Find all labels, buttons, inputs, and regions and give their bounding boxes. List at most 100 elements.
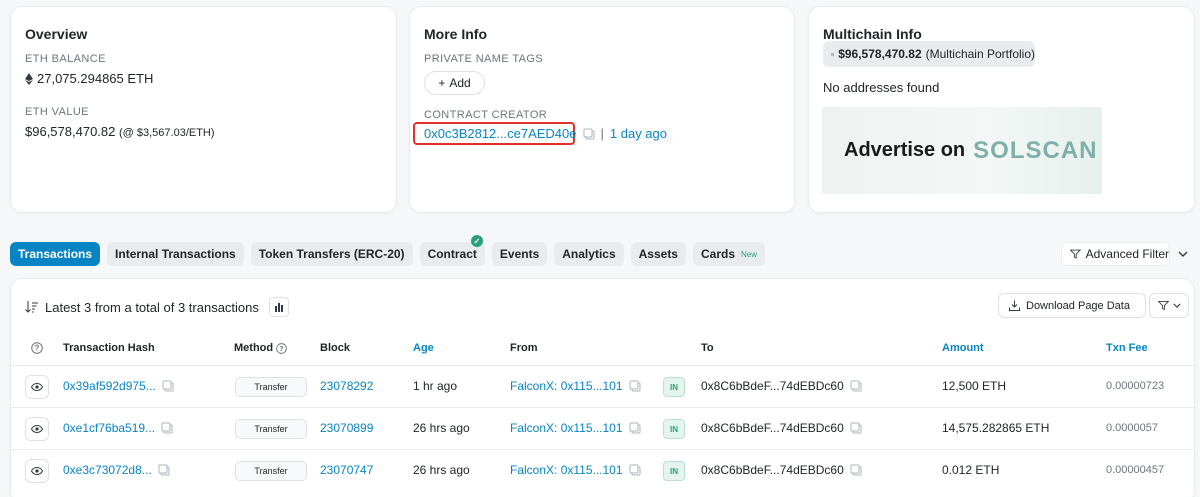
block-link[interactable]: 23078292	[320, 379, 373, 393]
direction-badge: IN	[663, 377, 685, 397]
creator-age-link[interactable]: 1 day ago	[610, 126, 667, 141]
eye-icon[interactable]	[25, 459, 49, 483]
col-amount[interactable]: Amount	[942, 342, 984, 354]
divider	[11, 449, 1196, 450]
tab-contract[interactable]: Contract ✓	[419, 235, 485, 266]
copy-icon[interactable]	[162, 380, 174, 392]
contract-creator-row: 0x0c3B2812...ce7AED40e | 1 day ago	[424, 126, 667, 141]
help-icon[interactable]: ?	[276, 342, 287, 354]
new-badge: New	[741, 249, 758, 259]
from-link[interactable]: FalconX: 0x115...101	[510, 463, 623, 477]
copy-icon[interactable]	[629, 380, 641, 392]
block-link[interactable]: 23070899	[320, 421, 373, 435]
col-age[interactable]: Age	[413, 342, 434, 354]
tab-label: Contract	[427, 247, 477, 261]
age-text: 26 hrs ago	[413, 421, 470, 435]
portfolio-label: (Multichain Portfolio)	[925, 47, 1035, 61]
copy-icon[interactable]	[629, 464, 641, 476]
from-cell: FalconX: 0x115...101	[510, 379, 641, 393]
from-link[interactable]: FalconX: 0x115...101	[510, 421, 623, 435]
transactions-card: Latest 3 from a total of 3 transactions …	[10, 278, 1196, 497]
transactions-summary: Latest 3 from a total of 3 transactions	[25, 297, 289, 317]
advanced-filter-label: Advanced Filter	[1085, 247, 1169, 261]
advanced-filter-button[interactable]: Advanced Filter	[1061, 242, 1170, 266]
from-link[interactable]: FalconX: 0x115...101	[510, 379, 623, 393]
tx-hash-cell: 0xe1cf76ba519...	[63, 421, 173, 435]
help-icon[interactable]: ?	[31, 342, 43, 357]
to-cell: 0x8C6bBdeF...74dEBDc60	[701, 421, 862, 435]
fee-text: 0.00000457	[1106, 464, 1165, 476]
col-from: From	[510, 342, 538, 354]
tx-hash-link[interactable]: 0xe3c73072d8...	[63, 463, 152, 477]
tab-bar: Transactions Internal Transactions Token…	[10, 235, 766, 266]
filter-icon	[1070, 249, 1081, 259]
col-method-label: Method	[234, 342, 274, 354]
to-cell: 0x8C6bBdeF...74dEBDc60	[701, 379, 862, 393]
eth-value-rate: (@ $3,567.03/ETH)	[119, 127, 215, 139]
ad-text: Advertise on	[844, 139, 966, 161]
copy-icon[interactable]	[629, 422, 641, 434]
tab-transactions[interactable]: Transactions	[10, 242, 101, 266]
add-tag-button[interactable]: + Add	[424, 71, 485, 95]
overview-card: Overview ETH BALANCE 27,075.294865 ETH E…	[10, 6, 397, 213]
creator-address-link[interactable]: 0x0c3B2812...ce7AED40e	[424, 126, 577, 141]
col-block: Block	[320, 342, 350, 354]
copy-icon[interactable]	[158, 464, 170, 476]
private-tags-label: PRIVATE NAME TAGS	[424, 53, 544, 65]
eye-icon[interactable]	[25, 417, 49, 441]
tab-label: Analytics	[562, 247, 616, 261]
tab-token-transfers[interactable]: Token Transfers (ERC-20)	[250, 242, 413, 266]
contract-creator-label: CONTRACT CREATOR	[424, 109, 548, 121]
tab-events[interactable]: Events	[491, 242, 548, 266]
amount-text: 0.012 ETH	[942, 463, 1000, 477]
tab-cards[interactable]: Cards New	[692, 242, 766, 266]
copy-icon[interactable]	[850, 422, 862, 434]
download-label: Download Page Data	[1026, 299, 1130, 312]
plus-icon: +	[438, 76, 446, 90]
to-address: 0x8C6bBdeF...74dEBDc60	[701, 463, 844, 477]
ad-banner[interactable]: Advertise on SOLSCAN	[822, 107, 1102, 194]
to-cell: 0x8C6bBdeF...74dEBDc60	[701, 463, 862, 477]
column-filter-button[interactable]	[1149, 293, 1189, 318]
amount-text: 14,575.282865 ETH	[942, 421, 1050, 435]
copy-icon[interactable]	[850, 380, 862, 392]
copy-icon[interactable]	[850, 464, 862, 476]
method-badge: Transfer	[235, 461, 307, 481]
tab-label: Assets	[638, 247, 678, 261]
svg-text:?: ?	[279, 343, 284, 352]
eth-balance-row: 27,075.294865 ETH	[25, 71, 153, 86]
fee-text: 0.0000057	[1106, 422, 1158, 434]
copy-icon[interactable]	[583, 128, 595, 140]
chart-icon[interactable]	[268, 297, 289, 317]
tx-hash-link[interactable]: 0xe1cf76ba519...	[63, 421, 155, 435]
chevron-down-icon	[1172, 303, 1181, 308]
eth-value-label: ETH VALUE	[25, 106, 89, 118]
eye-icon[interactable]	[25, 375, 49, 399]
tab-analytics[interactable]: Analytics	[554, 242, 624, 266]
tab-internal-transactions[interactable]: Internal Transactions	[107, 242, 244, 266]
direction-badge: IN	[663, 419, 685, 439]
multichain-portfolio-pill[interactable]: $96,578,470.82 (Multichain Portfolio)	[823, 41, 1035, 67]
tx-hash-cell: 0xe3c73072d8...	[63, 463, 170, 477]
tab-label: Transactions	[18, 247, 93, 261]
col-txn-fee[interactable]: Txn Fee	[1106, 342, 1148, 354]
summary-text: Latest 3 from a total of 3 transactions	[45, 299, 259, 315]
ethereum-icon	[25, 72, 33, 85]
from-cell: FalconX: 0x115...101	[510, 463, 641, 477]
download-page-data-button[interactable]: Download Page Data	[998, 293, 1146, 318]
method-badge: Transfer	[235, 419, 307, 439]
copy-icon[interactable]	[161, 422, 173, 434]
ad-brand-logo: SOLSCAN	[973, 136, 1098, 164]
to-address: 0x8C6bBdeF...74dEBDc60	[701, 421, 844, 435]
col-transaction-hash: Transaction Hash	[63, 342, 155, 354]
age-text: 26 hrs ago	[413, 463, 470, 477]
multichain-title: Multichain Info	[823, 26, 922, 42]
more-info-card: More Info PRIVATE NAME TAGS + Add CONTRA…	[409, 6, 795, 213]
tx-hash-link[interactable]: 0x39af592d975...	[63, 379, 156, 393]
tab-assets[interactable]: Assets	[630, 242, 686, 266]
tab-label: Events	[499, 247, 540, 261]
chevron-down-icon[interactable]	[1172, 242, 1194, 266]
multichain-card: Multichain Info $96,578,470.82 (Multicha…	[808, 6, 1195, 213]
block-link[interactable]: 23070747	[320, 463, 373, 477]
tx-hash-cell: 0x39af592d975...	[63, 379, 174, 393]
